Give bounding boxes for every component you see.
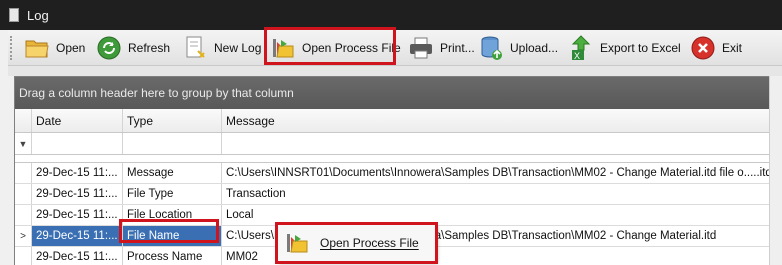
open-process-file-icon <box>284 230 310 256</box>
cell-type[interactable]: File Type <box>123 184 222 204</box>
window-title: Log <box>27 7 49 23</box>
filter-icon: ▼ <box>15 133 32 154</box>
cell-date[interactable]: 29-Dec-15 11:... <box>32 163 123 183</box>
cell-date[interactable]: 29-Dec-15 11:... <box>32 184 123 204</box>
refresh-button[interactable]: Refresh <box>96 30 170 66</box>
row-indicator-header <box>15 109 32 132</box>
row-indicator <box>15 247 32 265</box>
row-indicator <box>15 205 32 225</box>
filter-cell-message[interactable] <box>222 133 782 154</box>
open-button[interactable]: Open <box>24 30 85 66</box>
printer-icon <box>408 35 434 61</box>
group-by-hint: Drag a column header here to group by th… <box>19 86 294 100</box>
exit-icon <box>690 35 716 61</box>
open-label: Open <box>56 41 86 55</box>
cell-type[interactable]: File Name <box>123 226 222 246</box>
toolbar-grip-handle[interactable] <box>10 36 13 60</box>
cell-date[interactable]: 29-Dec-15 11:... <box>32 205 123 225</box>
export-to-excel-label: Export to Excel <box>600 41 681 55</box>
upload-icon <box>478 35 504 61</box>
exit-label: Exit <box>722 41 743 55</box>
grid-spacer <box>15 155 782 163</box>
toolbar-separator <box>8 66 782 76</box>
svg-text:X: X <box>574 51 580 61</box>
filter-cell-type[interactable] <box>123 133 222 154</box>
vertical-scrollbar[interactable] <box>769 76 782 265</box>
table-row[interactable]: 29-Dec-15 11:... File Location Local <box>15 205 782 226</box>
export-to-excel-button[interactable]: X Export to Excel <box>568 30 681 66</box>
cell-type[interactable]: File Location <box>123 205 222 225</box>
open-process-file-label: Open Process File <box>302 41 401 55</box>
column-header-message[interactable]: Message <box>222 109 782 132</box>
cell-type[interactable]: Message <box>123 163 222 183</box>
app-icon <box>9 8 19 22</box>
new-log-label: New Log <box>214 41 262 55</box>
title-bar: Log <box>0 0 782 30</box>
cell-type[interactable]: Process Name <box>123 247 222 265</box>
toolbar: Open Refresh New Log Open Process File P… <box>8 27 782 66</box>
filter-cell-date[interactable] <box>32 133 123 154</box>
grid-filter-row: ▼ <box>15 133 782 155</box>
open-process-file-button[interactable]: Open Process File <box>270 30 401 66</box>
column-header-date[interactable]: Date <box>32 109 123 132</box>
refresh-label: Refresh <box>128 41 171 55</box>
cell-message[interactable]: Transaction <box>222 184 782 204</box>
row-indicator <box>15 184 32 204</box>
table-row[interactable]: 29-Dec-15 11:... File Type Transaction <box>15 184 782 205</box>
column-header-type[interactable]: Type <box>123 109 222 132</box>
upload-button[interactable]: Upload... <box>478 30 558 66</box>
new-log-icon <box>182 35 208 61</box>
cell-date[interactable]: 29-Dec-15 11:... <box>32 226 123 246</box>
refresh-icon <box>96 35 122 61</box>
print-label: Print... <box>440 41 475 55</box>
cell-message[interactable]: Local <box>222 205 782 225</box>
upload-label: Upload... <box>510 41 559 55</box>
context-menu: Open Process File <box>277 224 436 262</box>
table-row[interactable]: 29-Dec-15 11:... Message C:\Users\INNSRT… <box>15 163 782 184</box>
group-by-panel[interactable]: Drag a column header here to group by th… <box>15 77 782 109</box>
grid-header-row: Date Type Message <box>15 109 782 133</box>
new-log-button[interactable]: New Log <box>182 30 261 66</box>
row-indicator <box>15 163 32 183</box>
open-process-file-icon <box>270 35 296 61</box>
folder-icon <box>24 35 50 61</box>
exit-button[interactable]: Exit <box>690 30 742 66</box>
cell-message[interactable]: C:\Users\INNSRT01\Documents\Innowera\Sam… <box>222 163 782 183</box>
current-row-indicator-icon: > <box>15 226 32 246</box>
cell-date[interactable]: 29-Dec-15 11:... <box>32 247 123 265</box>
context-menu-item-open-process-file[interactable]: Open Process File <box>320 236 419 250</box>
print-button[interactable]: Print... <box>408 30 475 66</box>
export-excel-icon: X <box>568 35 594 61</box>
